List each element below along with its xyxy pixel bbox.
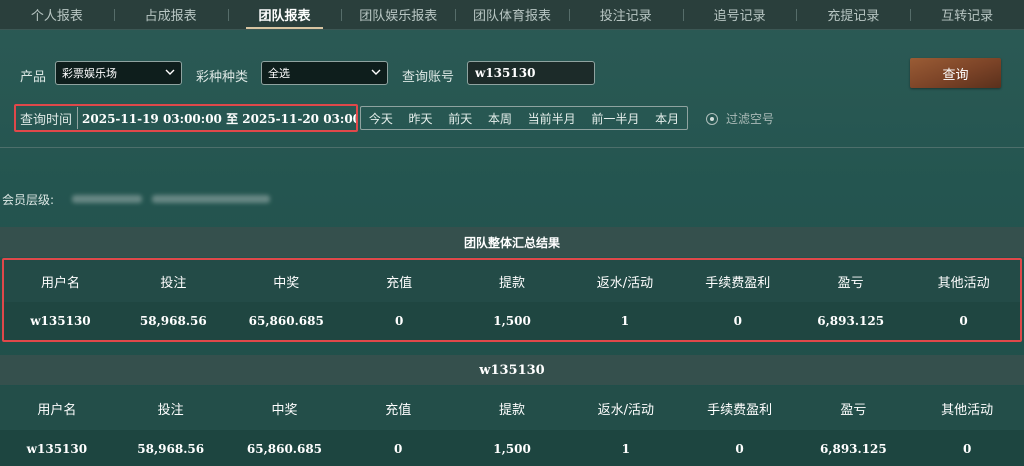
table-cell: 58,968.56: [137, 442, 205, 456]
quick-range-this-month[interactable]: 本月: [655, 110, 679, 127]
column-header: 提款: [499, 275, 526, 291]
query-time-label: 查询时间: [20, 112, 73, 128]
table-cell: 6,893.125: [819, 442, 887, 456]
category-label: 彩种种类: [196, 70, 249, 85]
table-cell: 58,968.56: [139, 314, 207, 328]
quick-range-day-before[interactable]: 前天: [448, 110, 472, 127]
filter-empty-radio[interactable]: [706, 112, 718, 125]
column-header: 盈亏: [840, 402, 867, 418]
tab-chase-records[interactable]: 追号记录: [682, 0, 797, 29]
report-page: 个人报表 占成报表 团队报表 团队娱乐报表 团队体育报表 投注记录 追号记录 充…: [0, 0, 1024, 466]
table-cell: 0: [394, 442, 403, 456]
table-row: w135130 58,968.56 65,860.685 0 1,500 1 0…: [4, 302, 1020, 340]
column-header: 投注: [160, 275, 187, 291]
report-tabs: 个人报表 占成报表 团队报表 团队娱乐报表 团队体育报表 投注记录 追号记录 充…: [0, 0, 1024, 30]
quick-range-today[interactable]: 今天: [369, 110, 393, 127]
tab-team-sports-report[interactable]: 团队体育报表: [455, 0, 569, 29]
quick-range-this-week[interactable]: 本周: [488, 110, 512, 127]
column-header: 手续费盈利: [705, 275, 771, 291]
table-cell: 1,500: [493, 442, 531, 456]
column-header: 中奖: [271, 402, 298, 418]
detail-title: w135130: [0, 355, 1024, 385]
column-header: 其他活动: [941, 402, 994, 418]
tab-team-entertainment-report[interactable]: 团队娱乐报表: [341, 0, 455, 29]
filter-panel: 产品 彩票娱乐场 彩种种类 全选 查询账号 查询 查询时间 2025-11-19…: [0, 30, 1024, 148]
tab-transfer-records[interactable]: 互转记录: [910, 0, 1024, 29]
table-cell: 0: [959, 314, 968, 328]
query-time-input[interactable]: 2025-11-19 03:00:00 至 2025-11-20 03:00:0…: [77, 107, 356, 129]
tab-personal-report[interactable]: 个人报表: [0, 0, 114, 29]
table-cell: 0: [394, 314, 404, 328]
account-input[interactable]: [467, 61, 595, 85]
column-header: 盈亏: [837, 275, 864, 291]
column-header: 用户名: [40, 275, 80, 291]
table-cell: 0: [733, 314, 742, 328]
quick-range-group: 今天 昨天 前天 本周 当前半月 前一半月 本月: [360, 106, 688, 130]
chevron-down-icon: [371, 69, 381, 75]
summary-table: 用户名 投注 中奖 充值 提款 返水/活动 手续费盈利 盈亏 其他活动 w135…: [2, 258, 1022, 342]
detail-table: 用户名 投注 中奖 充值 提款 返水/活动 手续费盈利 盈亏 其他活动 w135…: [0, 386, 1024, 466]
table-cell: 0: [962, 442, 972, 456]
member-level-redacted: [152, 195, 270, 203]
account-label: 查询账号: [402, 70, 455, 85]
table-cell: w135130: [30, 314, 91, 328]
column-header: 用户名: [37, 402, 77, 418]
column-header: 中奖: [273, 275, 300, 291]
tab-share-report[interactable]: 占成报表: [113, 0, 228, 29]
chevron-down-icon: [165, 69, 175, 75]
tab-deposit-withdraw-records[interactable]: 充提记录: [796, 0, 910, 29]
filter-empty-label: 过滤空号: [726, 112, 775, 126]
quick-range-yesterday[interactable]: 昨天: [409, 110, 433, 127]
query-time-range: 查询时间 2025-11-19 03:00:00 至 2025-11-20 03…: [14, 104, 358, 132]
table-cell: 65,860.685: [246, 442, 323, 456]
column-header: 返水/活动: [597, 402, 654, 418]
product-select[interactable]: 彩票娱乐场: [55, 61, 182, 85]
category-select[interactable]: 全选: [261, 61, 388, 85]
column-header: 手续费盈利: [707, 402, 773, 418]
tab-team-report[interactable]: 团队报表: [227, 0, 342, 29]
category-select-value: 全选: [268, 67, 290, 80]
table-header-row: 用户名 投注 中奖 充值 提款 返水/活动 手续费盈利 盈亏 其他活动: [4, 260, 1020, 302]
query-button[interactable]: 查询: [910, 58, 1001, 88]
column-header: 投注: [157, 402, 184, 418]
tab-bet-records[interactable]: 投注记录: [568, 0, 683, 29]
table-header-row: 用户名 投注 中奖 充值 提款 返水/活动 手续费盈利 盈亏 其他活动: [0, 386, 1024, 430]
table-cell: 0: [735, 442, 744, 456]
column-header: 充值: [386, 275, 413, 291]
filter-empty-option[interactable]: 过滤空号: [706, 110, 774, 127]
product-select-value: 彩票娱乐场: [62, 67, 117, 80]
table-cell: 1: [620, 314, 630, 328]
member-level-label: 会员层级:: [2, 193, 55, 207]
column-header: 提款: [499, 402, 526, 418]
table-cell: 6,893.125: [817, 314, 885, 328]
table-cell: 65,860.685: [248, 314, 324, 328]
column-header: 充值: [385, 402, 412, 418]
quick-range-previous-half-month[interactable]: 前一半月: [591, 110, 639, 127]
member-level-redacted: [72, 195, 142, 203]
quick-range-current-half-month[interactable]: 当前半月: [528, 110, 576, 127]
column-header: 返水/活动: [596, 275, 654, 291]
table-cell: 1: [621, 442, 630, 456]
table-row: w135130 58,968.56 65,860.685 0 1,500 1 0…: [0, 430, 1024, 466]
table-cell: 1,500: [493, 314, 531, 328]
column-header: 其他活动: [937, 275, 990, 291]
summary-title: 团队整体汇总结果: [0, 227, 1024, 257]
table-cell: w135130: [26, 442, 88, 456]
product-label: 产品: [20, 70, 47, 85]
